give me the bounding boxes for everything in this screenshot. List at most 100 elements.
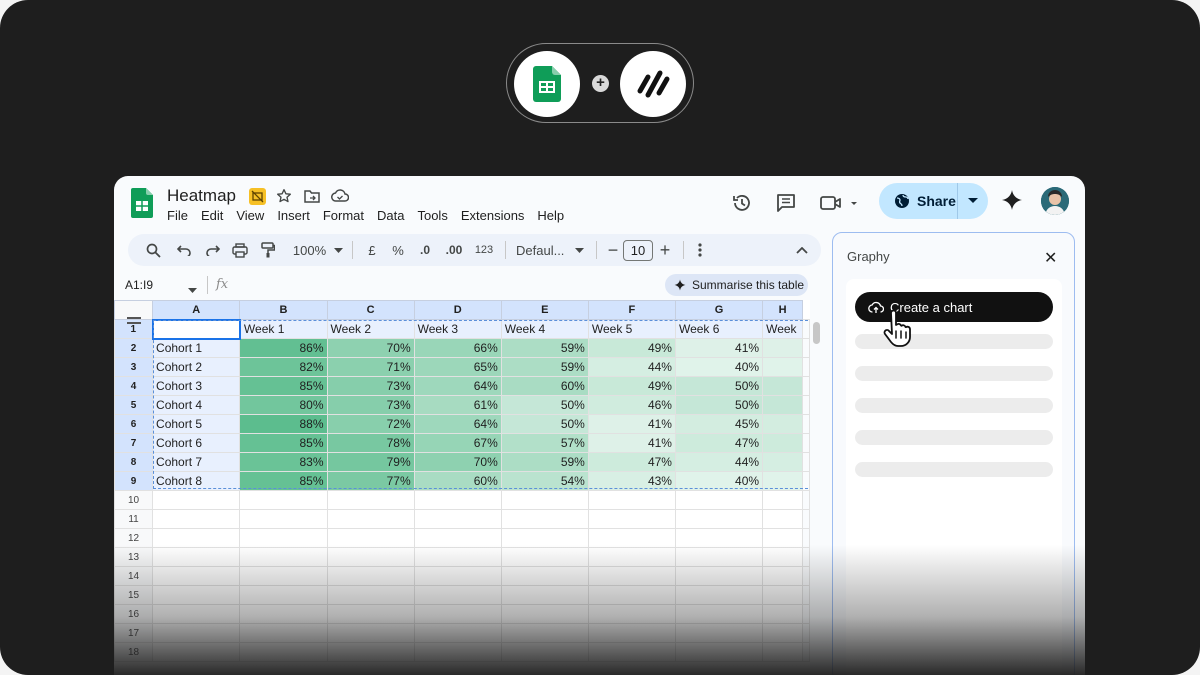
gemini-sparkle-icon[interactable] (1001, 189, 1023, 216)
grid-cell[interactable]: 43% (587, 471, 676, 491)
grid-cell[interactable]: 50% (674, 376, 764, 396)
grid-cell[interactable] (239, 490, 328, 510)
grid-cell[interactable] (326, 623, 415, 643)
row-header[interactable]: 16 (114, 604, 154, 624)
number-format-button[interactable]: 123 (469, 238, 499, 262)
menu-view[interactable]: View (236, 207, 271, 224)
grid-cell[interactable]: 49% (587, 376, 676, 396)
grid-cell[interactable]: 47% (674, 433, 764, 453)
grid-cell[interactable]: Cohort 2 (152, 357, 241, 377)
grid-cell[interactable] (500, 528, 589, 548)
grid-cell[interactable]: 67% (413, 433, 502, 453)
grid-cell[interactable] (762, 357, 803, 377)
star-icon[interactable] (275, 187, 293, 205)
row-header[interactable]: 5 (114, 395, 154, 415)
row-header[interactable]: 9 (114, 471, 154, 491)
column-header[interactable]: H (762, 300, 803, 320)
row-header[interactable]: 11 (114, 509, 154, 529)
font-family-select[interactable]: Defaul... (512, 238, 590, 262)
share-button[interactable]: Share (879, 183, 988, 219)
grid-cell[interactable] (152, 585, 241, 605)
grid-cell[interactable] (762, 585, 803, 605)
grid-cell[interactable]: 79% (326, 452, 415, 472)
grid-cell[interactable] (674, 547, 764, 567)
row-header[interactable]: 14 (114, 566, 154, 586)
grid-cell[interactable] (500, 623, 589, 643)
grid-cell[interactable] (413, 642, 502, 662)
grid-cell[interactable]: Week (762, 319, 803, 339)
grid-cell[interactable]: 61% (413, 395, 502, 415)
grid-cell[interactable]: 40% (674, 471, 764, 491)
grid-cell[interactable] (587, 490, 676, 510)
spreadsheet-grid[interactable]: ABCDEFGH 1 Week 1 Week 2 Week 3 Week 4 Week 5… (114, 300, 810, 675)
grid-cell[interactable]: Cohort 1 (152, 338, 241, 358)
grid-cell[interactable] (326, 509, 415, 529)
grid-cell[interactable]: 50% (674, 395, 764, 415)
grid-cell[interactable]: 45% (674, 414, 764, 434)
grid-cell[interactable]: 49% (587, 338, 676, 358)
grid-cell[interactable]: 88% (239, 414, 328, 434)
grid-cell[interactable]: 85% (239, 471, 328, 491)
search-menus-icon[interactable] (142, 238, 164, 262)
grid-cell[interactable] (239, 566, 328, 586)
grid-cell[interactable] (500, 547, 589, 567)
row-header[interactable]: 15 (114, 585, 154, 605)
grid-cell[interactable] (413, 528, 502, 548)
column-header[interactable]: F (587, 300, 676, 320)
grid-cell[interactable] (587, 547, 676, 567)
menu-help[interactable]: Help (537, 207, 571, 224)
version-history-icon[interactable] (729, 190, 755, 216)
grid-cell[interactable]: 65% (413, 357, 502, 377)
sheets-doc-icon[interactable] (131, 188, 153, 223)
grid-cell[interactable] (413, 585, 502, 605)
grid-cell[interactable] (674, 642, 764, 662)
column-header[interactable]: A (152, 300, 241, 320)
grid-cell[interactable] (239, 642, 328, 662)
grid-cell[interactable]: Week 3 (413, 319, 502, 339)
increase-font-size-icon[interactable]: + (653, 238, 677, 262)
grid-cell[interactable]: 64% (413, 376, 502, 396)
grid-cell[interactable] (762, 604, 803, 624)
grid-cell[interactable]: Week 1 (239, 319, 328, 339)
grid-cell[interactable]: 70% (326, 338, 415, 358)
grid-cell[interactable] (151, 318, 241, 340)
grid-cell[interactable] (413, 623, 502, 643)
menu-format[interactable]: Format (323, 207, 371, 224)
summarise-table-button[interactable]: Summarise this table (665, 274, 808, 296)
percent-format-button[interactable]: % (385, 238, 411, 262)
grid-cell[interactable] (762, 414, 803, 434)
grid-cell[interactable]: 59% (500, 452, 589, 472)
grid-cell[interactable]: 59% (500, 357, 589, 377)
row-header[interactable]: 2 (114, 338, 154, 358)
grid-cell[interactable]: 57% (500, 433, 589, 453)
grid-cell[interactable] (762, 471, 803, 491)
grid-cell[interactable]: 41% (587, 433, 676, 453)
close-icon[interactable]: ✕ (1044, 248, 1057, 268)
grid-cell[interactable]: 50% (500, 414, 589, 434)
name-box[interactable]: A1:I9 (125, 278, 153, 292)
grid-cell[interactable]: 64% (413, 414, 502, 434)
grid-cell[interactable] (500, 642, 589, 662)
vertical-scrollbar[interactable] (813, 322, 820, 344)
column-header[interactable]: E (500, 300, 589, 320)
grid-cell[interactable] (413, 490, 502, 510)
grid-cell[interactable]: 78% (326, 433, 415, 453)
grid-cell[interactable]: 72% (326, 414, 415, 434)
grid-cell[interactable]: 41% (674, 338, 764, 358)
grid-cell[interactable] (326, 585, 415, 605)
grid-cell[interactable] (326, 604, 415, 624)
grid-cell[interactable] (326, 642, 415, 662)
grid-cell[interactable] (674, 585, 764, 605)
grid-cell[interactable]: 44% (674, 452, 764, 472)
grid-cell[interactable]: 85% (239, 433, 328, 453)
font-size-input[interactable]: 10 (623, 239, 653, 261)
grid-cell[interactable] (413, 509, 502, 529)
grid-cell[interactable] (762, 547, 803, 567)
grid-cell[interactable]: 77% (326, 471, 415, 491)
grid-cell[interactable] (674, 604, 764, 624)
grid-cell[interactable]: 73% (326, 395, 415, 415)
document-title[interactable]: Heatmap (167, 186, 236, 206)
grid-cell[interactable] (500, 509, 589, 529)
row-header[interactable]: 10 (114, 490, 154, 510)
grid-cell[interactable]: 50% (500, 395, 589, 415)
